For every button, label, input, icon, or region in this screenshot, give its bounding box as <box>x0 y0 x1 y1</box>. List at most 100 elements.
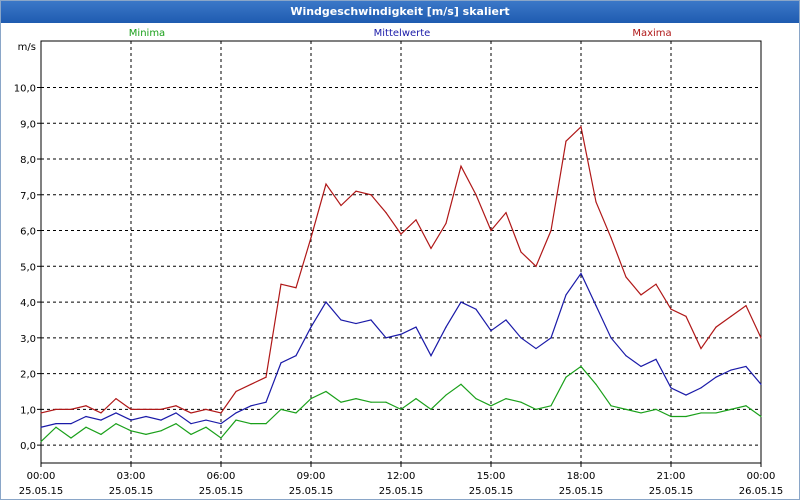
data-point-mittelwerte <box>400 333 402 335</box>
data-point-mittelwerte <box>235 412 237 414</box>
data-point-minima <box>700 412 702 414</box>
y-tick-label: 1,0 <box>20 405 36 416</box>
data-point-mittelwerte <box>760 383 762 385</box>
data-point-mittelwerte <box>730 369 732 371</box>
data-point-minima <box>745 405 747 407</box>
data-point-minima <box>70 437 72 439</box>
x-tick-date: 25.05.15 <box>19 486 64 497</box>
data-point-minima <box>535 408 537 410</box>
data-point-minima <box>715 412 717 414</box>
data-point-minima <box>175 423 177 425</box>
data-point-minima <box>640 412 642 414</box>
x-tick-date: 25.05.15 <box>379 486 424 497</box>
data-point-maxima <box>310 237 312 239</box>
data-point-mittelwerte <box>625 355 627 357</box>
y-tick-label: 6,0 <box>20 227 36 238</box>
data-point-maxima <box>355 190 357 192</box>
data-point-mittelwerte <box>115 412 117 414</box>
data-point-minima <box>190 433 192 435</box>
data-point-mittelwerte <box>655 358 657 360</box>
y-tick-label: 3,0 <box>20 334 36 345</box>
data-point-mittelwerte <box>445 326 447 328</box>
data-point-maxima <box>475 194 477 196</box>
data-point-minima <box>430 408 432 410</box>
x-tick-date: 26.05.15 <box>739 486 784 497</box>
y-tick-label: 4,0 <box>20 298 36 309</box>
data-point-minima <box>760 415 762 418</box>
data-point-mittelwerte <box>475 308 477 310</box>
x-tick-date: 25.05.15 <box>469 486 514 497</box>
data-point-mittelwerte <box>505 319 507 321</box>
data-point-maxima <box>550 229 552 232</box>
data-point-mittelwerte <box>610 337 612 339</box>
wind-speed-chart: 0,0 1,0 2,0 3,0 4,0 5,0 6,0 7,0 8,0 9,0 10,0 m/s 00:… <box>14 28 784 497</box>
data-point-maxima <box>610 237 612 239</box>
data-point-maxima <box>730 315 732 317</box>
y-tick-label: 7,0 <box>20 191 36 202</box>
data-point-maxima <box>670 308 672 310</box>
y-tick-label: 0,0 <box>20 441 36 452</box>
data-point-maxima <box>280 283 282 285</box>
data-point-mittelwerte <box>160 419 162 421</box>
data-point-minima <box>280 408 282 410</box>
data-point-maxima <box>175 405 177 407</box>
data-point-minima <box>385 401 387 403</box>
data-point-mittelwerte <box>640 365 642 368</box>
data-point-minima <box>220 437 222 439</box>
data-point-maxima <box>70 408 72 410</box>
data-point-maxima <box>40 412 42 414</box>
data-point-mittelwerte <box>355 322 357 325</box>
data-point-mittelwerte <box>220 423 222 425</box>
data-point-minima <box>520 401 522 403</box>
data-point-maxima <box>85 405 87 407</box>
x-tick-time: 00:00 <box>747 471 776 482</box>
data-point-minima <box>325 390 327 393</box>
data-point-mittelwerte <box>685 394 687 396</box>
y-tick-label: 2,0 <box>20 370 36 381</box>
data-point-maxima <box>55 408 57 410</box>
data-point-maxima <box>385 212 387 214</box>
data-point-minima <box>55 426 57 428</box>
data-point-mittelwerte <box>325 301 327 303</box>
data-point-minima <box>265 423 267 425</box>
data-point-minima <box>40 440 42 443</box>
data-point-minima <box>490 405 492 407</box>
data-point-mittelwerte <box>565 294 567 296</box>
x-tick-time: 06:00 <box>207 471 236 482</box>
data-point-maxima <box>535 265 537 267</box>
data-point-minima <box>115 423 117 425</box>
y-axis-unit: m/s <box>18 42 36 53</box>
data-point-maxima <box>295 287 297 289</box>
data-point-maxima <box>100 412 102 414</box>
data-point-minima <box>400 408 402 410</box>
data-point-minima <box>670 415 672 418</box>
data-point-minima <box>250 423 252 425</box>
data-point-maxima <box>580 126 582 128</box>
data-point-mittelwerte <box>40 426 42 428</box>
data-point-minima <box>505 398 507 400</box>
data-point-mittelwerte <box>580 272 582 275</box>
data-point-maxima <box>370 194 372 196</box>
data-point-mittelwerte <box>265 401 267 403</box>
x-tick-time: 03:00 <box>117 471 146 482</box>
x-tick-time: 09:00 <box>297 471 326 482</box>
data-point-maxima <box>340 204 342 207</box>
data-point-minima <box>655 408 657 410</box>
data-point-mittelwerte <box>415 326 417 328</box>
data-point-mittelwerte <box>145 415 147 418</box>
data-point-maxima <box>640 294 642 296</box>
data-point-maxima <box>265 376 267 378</box>
y-tick-label: 5,0 <box>20 262 36 273</box>
data-point-mittelwerte <box>340 319 342 321</box>
x-tick-time: 21:00 <box>657 471 686 482</box>
data-point-mittelwerte <box>55 423 57 425</box>
data-point-minima <box>610 405 612 407</box>
data-point-mittelwerte <box>490 330 492 332</box>
data-point-maxima <box>400 233 402 235</box>
x-tick-date: 25.05.15 <box>199 486 244 497</box>
data-point-minima <box>370 401 372 403</box>
data-point-minima <box>595 383 597 385</box>
y-tick-label: 8,0 <box>20 155 36 166</box>
data-point-maxima <box>505 212 507 214</box>
data-point-mittelwerte <box>550 337 552 339</box>
